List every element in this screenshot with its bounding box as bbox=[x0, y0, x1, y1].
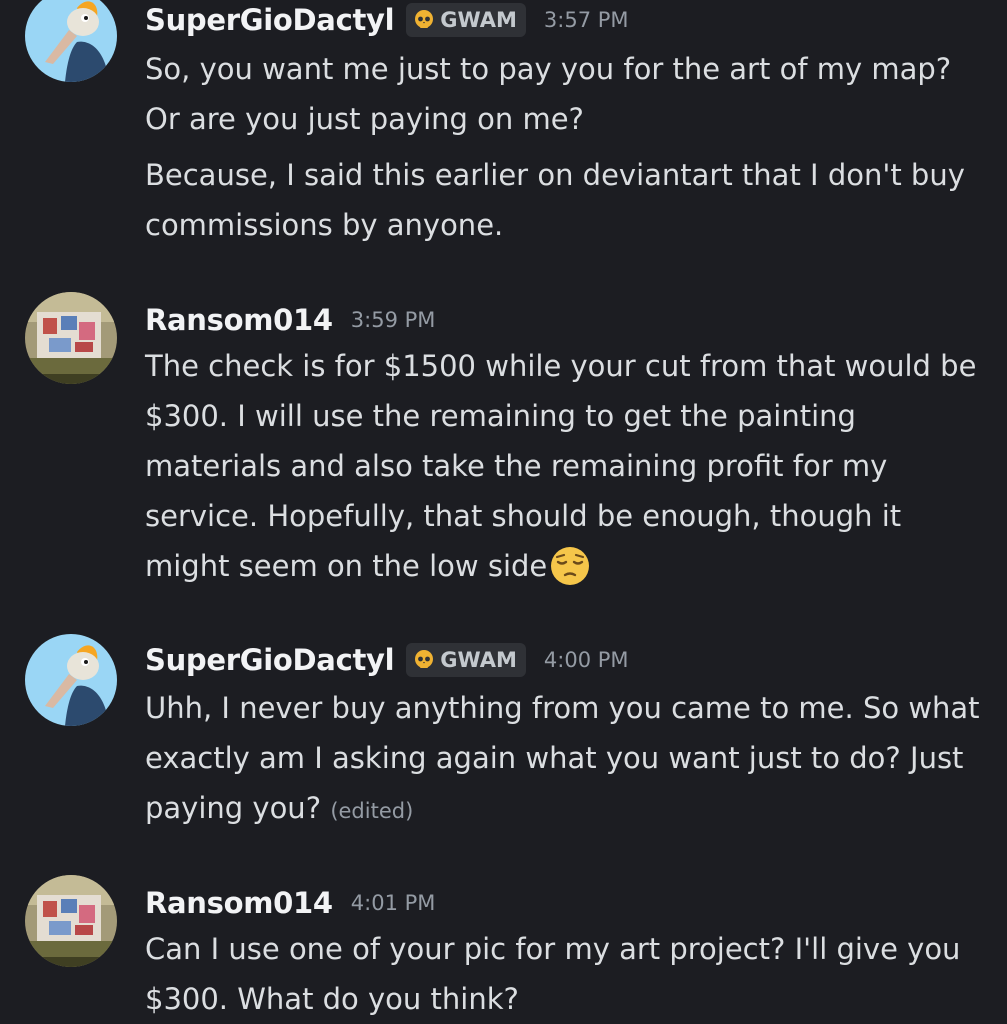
timestamp[interactable]: 3:59 PM bbox=[351, 308, 436, 332]
username[interactable]: Ransom014 bbox=[145, 886, 333, 920]
username[interactable]: SuperGioDactyl bbox=[145, 3, 395, 37]
edited-label: (edited) bbox=[330, 799, 414, 823]
avatar[interactable] bbox=[25, 875, 117, 967]
avatar[interactable] bbox=[25, 0, 117, 82]
timestamp[interactable]: 4:01 PM bbox=[351, 891, 436, 915]
skull-icon bbox=[415, 650, 434, 668]
username[interactable]: SuperGioDactyl bbox=[145, 643, 395, 677]
message-text: Uhh, I never buy anything from you came … bbox=[145, 683, 990, 836]
clan-tag[interactable]: GWAM bbox=[406, 643, 526, 677]
clan-tag-label: GWAM bbox=[440, 648, 517, 672]
message-header: Ransom014 3:59 PM bbox=[145, 300, 435, 340]
avatar[interactable] bbox=[25, 292, 117, 384]
skull-icon bbox=[415, 10, 434, 28]
message-header: SuperGioDactyl GWAM 4:00 PM bbox=[145, 640, 629, 680]
message-text-body: Uhh, I never buy anything from you came … bbox=[145, 691, 980, 825]
username[interactable]: Ransom014 bbox=[145, 303, 333, 337]
message-text: So, you want me just to pay you for the … bbox=[145, 52, 952, 136]
avatar[interactable] bbox=[25, 634, 117, 726]
clan-tag[interactable]: GWAM bbox=[406, 3, 526, 37]
message-text: Can I use one of your pic for my art pro… bbox=[145, 932, 961, 1016]
message-header: Ransom014 4:01 PM bbox=[145, 883, 435, 923]
pensive-face-icon bbox=[551, 547, 590, 585]
message-text: The check is for $1500 while your cut fr… bbox=[145, 341, 990, 591]
message-text: Because, I said this earlier on devianta… bbox=[145, 158, 965, 242]
timestamp[interactable]: 4:00 PM bbox=[544, 648, 629, 672]
message-header: SuperGioDactyl GWAM 3:57 PM bbox=[145, 0, 629, 40]
clan-tag-label: GWAM bbox=[440, 8, 517, 32]
message-feed: SuperGioDactyl GWAM 3:57 PM So, you want… bbox=[0, 0, 1007, 1024]
timestamp[interactable]: 3:57 PM bbox=[544, 8, 629, 32]
